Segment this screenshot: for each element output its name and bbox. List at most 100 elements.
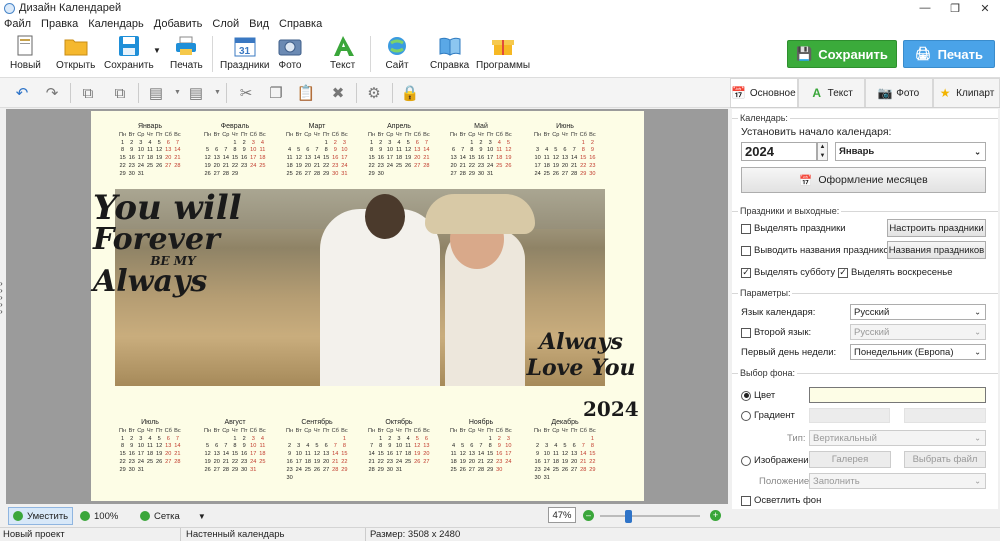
copy-icon[interactable]: ❐ — [266, 83, 286, 103]
distribute-icon[interactable]: ▤ — [186, 83, 206, 103]
month-block[interactable]: МартПнВтСрЧтПтСбВс1234567891011121314151… — [285, 123, 349, 179]
day-cell: 20 — [467, 459, 476, 467]
holiday-names-button[interactable]: Названия праздников — [887, 241, 986, 259]
photo-button[interactable]: Фото — [278, 35, 302, 77]
menu-help[interactable]: Справка — [279, 18, 322, 30]
month-block[interactable]: ИюньПнВтСрЧтПтСбВс1234567891011121314151… — [533, 123, 597, 179]
day-cell: 9 — [495, 443, 504, 451]
align-icon[interactable]: ▤ — [146, 83, 166, 103]
bring-forward-icon[interactable]: ⧉ — [78, 83, 98, 103]
distribute-dropdown-arrow-icon[interactable]: ▼ — [214, 89, 221, 96]
calendar-language-select[interactable]: Русский⌄ — [850, 304, 986, 320]
save-big-button[interactable]: 💾 Сохранить — [787, 40, 897, 68]
zoom-100-button[interactable]: 100% — [80, 507, 118, 525]
minimize-button[interactable]: — — [910, 0, 940, 16]
lighten-background-checkbox[interactable]: Осветлить фон — [741, 495, 821, 506]
gradient-color-1[interactable] — [809, 408, 890, 423]
highlight-saturday-checkbox[interactable]: ✓Выделять субботу — [741, 267, 835, 278]
help-button[interactable]: Справка — [430, 35, 469, 77]
close-button[interactable]: ✕ — [970, 0, 1000, 16]
color-radio[interactable]: Цвет — [741, 390, 775, 401]
zoom-value-box[interactable]: 47% — [548, 507, 576, 523]
settings-icon[interactable]: ⚙ — [364, 83, 384, 103]
tab-photo[interactable]: 📷Фото — [865, 78, 933, 107]
love-text-right[interactable]: Always Love You — [516, 329, 646, 381]
tab-clipart[interactable]: ★Клипарт — [933, 78, 1000, 107]
zoom-slider[interactable] — [600, 515, 700, 517]
redo-icon[interactable]: ↷ — [42, 83, 62, 103]
tab-text[interactable]: AТекст — [798, 78, 866, 107]
month-block[interactable]: МайПнВтСрЧтПтСбВс12345678910111213141516… — [449, 123, 513, 179]
print-toolbar-button[interactable]: Печать — [170, 35, 203, 77]
gallery-button[interactable]: Галерея — [809, 451, 891, 468]
paste-icon[interactable]: 📋 — [296, 83, 316, 103]
configure-holidays-button[interactable]: Настроить праздники — [887, 219, 986, 237]
second-language-select[interactable]: Русский⌄ — [850, 324, 986, 340]
month-block[interactable]: НоябрьПнВтСрЧтПтСбВс12345678910111213141… — [449, 419, 513, 475]
month-block[interactable]: АвгустПнВтСрЧтПтСбВс12345678910111213141… — [203, 419, 267, 475]
save-toolbar-button[interactable]: Сохранить — [104, 35, 154, 77]
calendar-page[interactable]: You will Forever BE MY Always Always Lov… — [91, 111, 644, 501]
gradient-radio[interactable]: Градиент — [741, 410, 795, 421]
highlight-holidays-checkbox[interactable]: Выделять праздники — [741, 223, 846, 234]
menu-view[interactable]: Вид — [249, 18, 269, 30]
year-spinner[interactable]: ▲▼ — [817, 142, 828, 161]
programs-button[interactable]: Программы — [476, 35, 530, 77]
maximize-button[interactable]: ❐ — [940, 0, 970, 16]
highlight-sunday-checkbox[interactable]: ✓Выделять воскресенье — [838, 267, 953, 278]
love-text-left[interactable]: You will Forever BE MY Always — [93, 191, 253, 297]
fit-button[interactable]: Уместить — [8, 507, 73, 525]
year-label[interactable]: 2024 — [583, 397, 639, 421]
second-language-checkbox[interactable]: Второй язык: — [741, 327, 811, 338]
save-dropdown-arrow-icon[interactable]: ▼ — [153, 46, 161, 55]
canvas-area[interactable]: You will Forever BE MY Always Always Lov… — [6, 109, 728, 504]
gradient-type-select[interactable]: Вертикальный⌄ — [809, 430, 986, 446]
year-input[interactable]: 2024 — [741, 142, 817, 161]
spin-up-icon[interactable]: ▲ — [820, 144, 826, 150]
position-select[interactable]: Заполнить⌄ — [809, 473, 986, 489]
image-radio[interactable]: Изображение — [741, 455, 814, 466]
gradient-type-label: Тип: — [787, 433, 805, 444]
gradient-color-2[interactable] — [904, 408, 986, 423]
menu-file[interactable]: Файл — [4, 18, 31, 30]
grid-button[interactable]: Сетка▼ — [140, 507, 206, 525]
start-month-select[interactable]: Январь⌄ — [835, 142, 986, 161]
print-big-button[interactable]: 🖨 Печать — [903, 40, 995, 68]
menu-edit[interactable]: Правка — [41, 18, 78, 30]
tab-main[interactable]: 📅Основное — [730, 78, 798, 107]
choose-file-button[interactable]: Выбрать файл — [904, 451, 986, 468]
align-dropdown-arrow-icon[interactable]: ▼ — [174, 89, 181, 96]
weekday-label: Вт — [458, 428, 467, 436]
day-cell: 12 — [413, 443, 422, 451]
background-color-swatch[interactable] — [809, 387, 986, 403]
month-block[interactable]: ИюльПнВтСрЧтПтСбВс1234567891011121314151… — [118, 419, 182, 475]
month-block[interactable]: СентябрьПнВтСрЧтПтСбВс123456789101112131… — [285, 419, 349, 482]
month-block[interactable]: ОктябрьПнВтСрЧтПтСбВс1234567891011121314… — [367, 419, 431, 475]
lock-icon[interactable]: 🔒 — [400, 83, 420, 103]
zoom-out-icon[interactable]: – — [583, 510, 594, 521]
grid-dropdown-arrow-icon[interactable]: ▼ — [198, 512, 206, 521]
new-button[interactable]: Новый — [10, 35, 41, 77]
spin-down-icon[interactable]: ▼ — [820, 153, 826, 159]
zoom-in-icon[interactable]: + — [710, 510, 721, 521]
delete-icon[interactable]: ✖ — [328, 83, 348, 103]
menu-calendar[interactable]: Календарь — [88, 18, 144, 30]
holidays-button[interactable]: 31 Праздники — [220, 35, 269, 77]
show-holiday-names-checkbox[interactable]: Выводить названия праздников — [741, 245, 894, 256]
first-day-select[interactable]: Понедельник (Европа)⌄ — [850, 344, 986, 360]
month-block[interactable]: ДекабрьПнВтСрЧтПтСбВс1234567891011121314… — [533, 419, 597, 482]
text-button[interactable]: Текст — [330, 35, 355, 77]
month-design-button[interactable]: 📅Оформление месяцев — [741, 167, 986, 193]
menu-add[interactable]: Добавить — [154, 18, 203, 30]
site-button[interactable]: Сайт — [385, 35, 409, 77]
open-button[interactable]: Открыть — [56, 35, 95, 77]
menu-layer[interactable]: Слой — [212, 18, 239, 30]
cut-icon[interactable]: ✂ — [236, 83, 256, 103]
month-block[interactable]: ФевральПнВтСрЧтПтСбВс1234567891011121314… — [203, 123, 267, 179]
collapse-handle[interactable]: ››››› — [0, 280, 6, 315]
zoom-slider-thumb[interactable] — [625, 510, 632, 523]
send-backward-icon[interactable]: ⧉ — [110, 83, 130, 103]
month-block[interactable]: ЯнварьПнВтСрЧтПтСбВс12345678910111213141… — [118, 123, 182, 179]
undo-icon[interactable]: ↶ — [12, 83, 32, 103]
month-block[interactable]: АпрельПнВтСрЧтПтСбВс12345678910111213141… — [367, 123, 431, 179]
